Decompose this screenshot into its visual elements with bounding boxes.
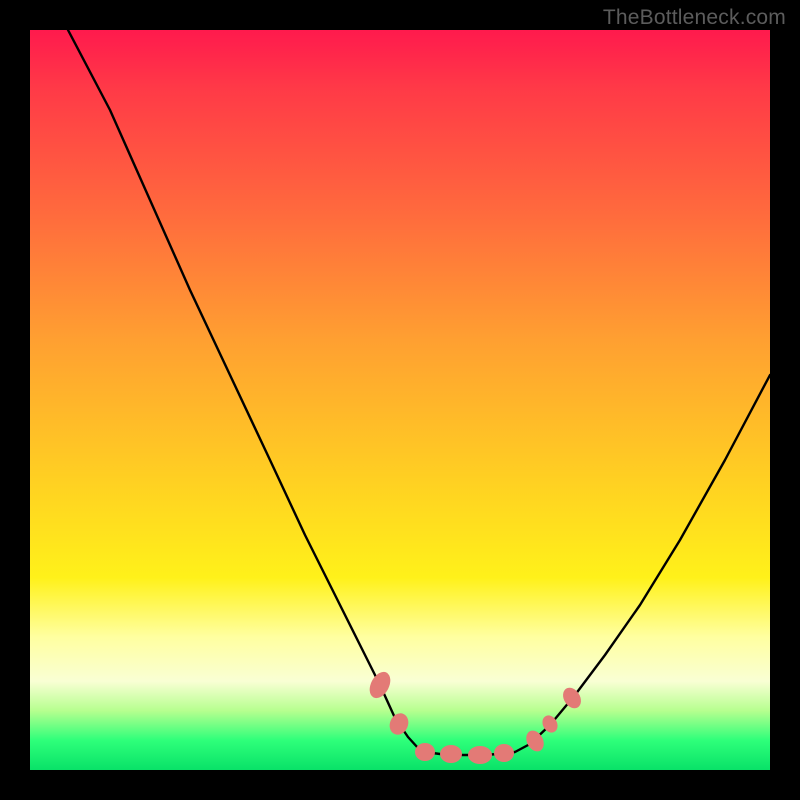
marker-node <box>440 745 462 763</box>
marker-node <box>386 710 411 737</box>
marker-node <box>365 668 394 701</box>
plot-area <box>30 30 770 770</box>
curve-svg <box>30 30 770 770</box>
marker-node <box>468 746 492 764</box>
marker-node <box>415 743 435 761</box>
bottleneck-curve <box>68 30 770 755</box>
chart-frame: TheBottleneck.com <box>0 0 800 800</box>
marker-node <box>494 744 514 762</box>
marker-group <box>365 668 584 764</box>
curve-group <box>68 30 770 755</box>
watermark-text: TheBottleneck.com <box>603 6 786 30</box>
